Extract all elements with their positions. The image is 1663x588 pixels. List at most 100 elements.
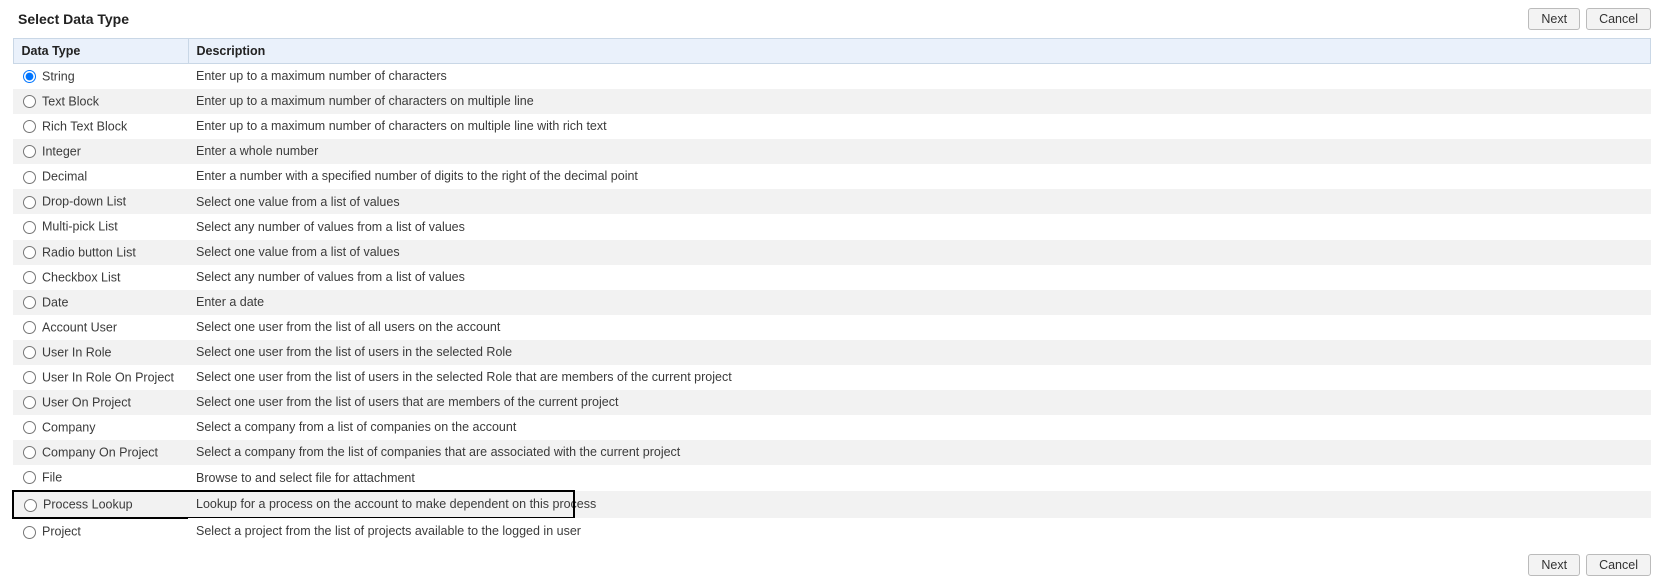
type-label: Project [42, 525, 81, 539]
type-cell[interactable]: Rich Text Block [13, 114, 188, 139]
type-cell[interactable]: Project [13, 518, 188, 544]
type-radio[interactable] [23, 246, 36, 259]
description-cell: Select any number of values from a list … [188, 265, 1651, 290]
table-row[interactable]: Checkbox ListSelect any number of values… [13, 265, 1651, 290]
table-row[interactable]: Account User Select one user from the lis… [13, 315, 1651, 340]
type-radio[interactable] [23, 471, 36, 484]
type-cell[interactable]: String [13, 64, 188, 90]
description-text: Select a project from the list of projec… [196, 524, 581, 538]
description-cell: Select one user from the list of users i… [188, 340, 1651, 365]
type-label: Date [42, 295, 68, 309]
table-row[interactable]: Process LookupLookup for a process on th… [13, 491, 1651, 518]
description-text: Browse to and select file for attachment [196, 471, 415, 485]
table-row[interactable]: Rich Text Block Enter up to a maximum num… [13, 114, 1651, 139]
table-row[interactable]: Radio button List Select one value from a… [13, 240, 1651, 265]
type-radio[interactable] [23, 526, 36, 539]
type-label: Rich Text Block [42, 119, 127, 133]
type-label: Company [42, 420, 96, 434]
description-text: Select one user from the list of users i… [196, 345, 512, 359]
type-cell[interactable]: Account User [13, 315, 188, 340]
description-cell: Enter up to a maximum number of characte… [188, 114, 1651, 139]
type-cell[interactable]: Multi-pick List [13, 214, 188, 239]
description-cell: Enter a whole number [188, 139, 1651, 164]
column-header-description: Description [188, 39, 1651, 64]
type-label: File [42, 471, 62, 485]
type-cell[interactable]: Process Lookup [13, 491, 188, 518]
table-row[interactable]: User On Project Select one user from the … [13, 390, 1651, 415]
description-text: Enter up to a maximum number of characte… [196, 119, 607, 133]
table-row[interactable]: User In Role Select one user from the lis… [13, 340, 1651, 365]
description-cell: Enter a number with a specified number o… [188, 164, 1651, 189]
description-text: Select one value from a list of values [196, 195, 400, 209]
type-label: Text Block [42, 94, 99, 108]
description-cell: Select any number of values from a list … [188, 214, 1651, 239]
table-row[interactable]: File Browse to and select file for attach… [13, 465, 1651, 491]
type-radio[interactable] [23, 271, 36, 284]
type-cell[interactable]: Company [13, 415, 188, 440]
table-row[interactable]: StringEnter up to a maximum number of ch… [13, 64, 1651, 90]
type-radio[interactable] [24, 499, 37, 512]
top-button-group: Next Cancel [1528, 8, 1651, 30]
next-button-top[interactable]: Next [1528, 8, 1580, 30]
type-cell[interactable]: Checkbox List [13, 265, 188, 290]
description-cell: Enter up to a maximum number of characte… [188, 89, 1651, 114]
type-radio[interactable] [23, 145, 36, 158]
table-row[interactable]: Company On Project Select a company from … [13, 440, 1651, 465]
type-label: User In Role On Project [42, 370, 174, 384]
type-cell[interactable]: Decimal [13, 164, 188, 189]
type-radio[interactable] [23, 221, 36, 234]
table-row[interactable]: Multi-pick List Select any number of valu… [13, 214, 1651, 239]
description-cell: Select a company from the list of compan… [188, 440, 1651, 465]
type-label: Process Lookup [43, 498, 133, 512]
table-row[interactable]: Drop-down List Select one value from a li… [13, 189, 1651, 214]
type-label: Multi-pick List [42, 220, 118, 234]
type-cell[interactable]: User In Role [13, 340, 188, 365]
type-cell[interactable]: Integer [13, 139, 188, 164]
cancel-button-bottom[interactable]: Cancel [1586, 554, 1651, 576]
type-radio[interactable] [23, 346, 36, 359]
type-radio[interactable] [23, 396, 36, 409]
next-button-bottom[interactable]: Next [1528, 554, 1580, 576]
type-cell[interactable]: Date [13, 290, 188, 315]
type-cell[interactable]: Text Block [13, 89, 188, 114]
type-radio[interactable] [23, 446, 36, 459]
description-cell: Select one user from the list of all use… [188, 315, 1651, 340]
description-text: Enter up to a maximum number of characte… [196, 94, 534, 108]
type-cell[interactable]: User On Project [13, 390, 188, 415]
table-row[interactable]: DateEnter a date [13, 290, 1651, 315]
type-radio[interactable] [23, 171, 36, 184]
table-row[interactable]: IntegerEnter a whole number [13, 139, 1651, 164]
table-row[interactable]: CompanySelect a company from a list of c… [13, 415, 1651, 440]
type-label: Decimal [42, 170, 87, 184]
type-radio[interactable] [23, 95, 36, 108]
table-row[interactable]: Project Select a project from the list of… [13, 518, 1651, 544]
table-row[interactable]: Text Block Enter up to a maximum number o… [13, 89, 1651, 114]
type-radio[interactable] [23, 296, 36, 309]
type-radio[interactable] [23, 321, 36, 334]
table-row[interactable]: User In Role On ProjectSelect one user f… [13, 365, 1651, 390]
top-bar: Select Data Type Next Cancel [12, 4, 1651, 38]
type-cell[interactable]: Radio button List [13, 240, 188, 265]
description-cell: Select one user from the list of users t… [188, 390, 1651, 415]
description-cell: Select a project from the list of projec… [188, 518, 1651, 544]
type-radio[interactable] [23, 196, 36, 209]
type-label: Company On Project [42, 446, 158, 460]
type-radio[interactable] [23, 120, 36, 133]
type-label: User On Project [42, 395, 131, 409]
type-radio[interactable] [23, 371, 36, 384]
description-text: Select one value from a list of values [196, 245, 400, 259]
type-label: Account User [42, 320, 117, 334]
type-label: User In Role [42, 345, 111, 359]
description-text: Enter a number with a specified number o… [196, 169, 638, 183]
bottom-button-group: Next Cancel [1528, 554, 1651, 576]
type-label: Drop-down List [42, 195, 126, 209]
type-cell[interactable]: Company On Project [13, 440, 188, 465]
type-radio[interactable] [23, 70, 36, 83]
type-cell[interactable]: File [13, 465, 188, 491]
cancel-button-top[interactable]: Cancel [1586, 8, 1651, 30]
type-cell[interactable]: User In Role On Project [13, 365, 188, 390]
table-row[interactable]: Decimal Enter a number with a specified n… [13, 164, 1651, 189]
type-radio[interactable] [23, 421, 36, 434]
description-text: Select any number of values from a list … [196, 220, 465, 234]
type-cell[interactable]: Drop-down List [13, 189, 188, 214]
